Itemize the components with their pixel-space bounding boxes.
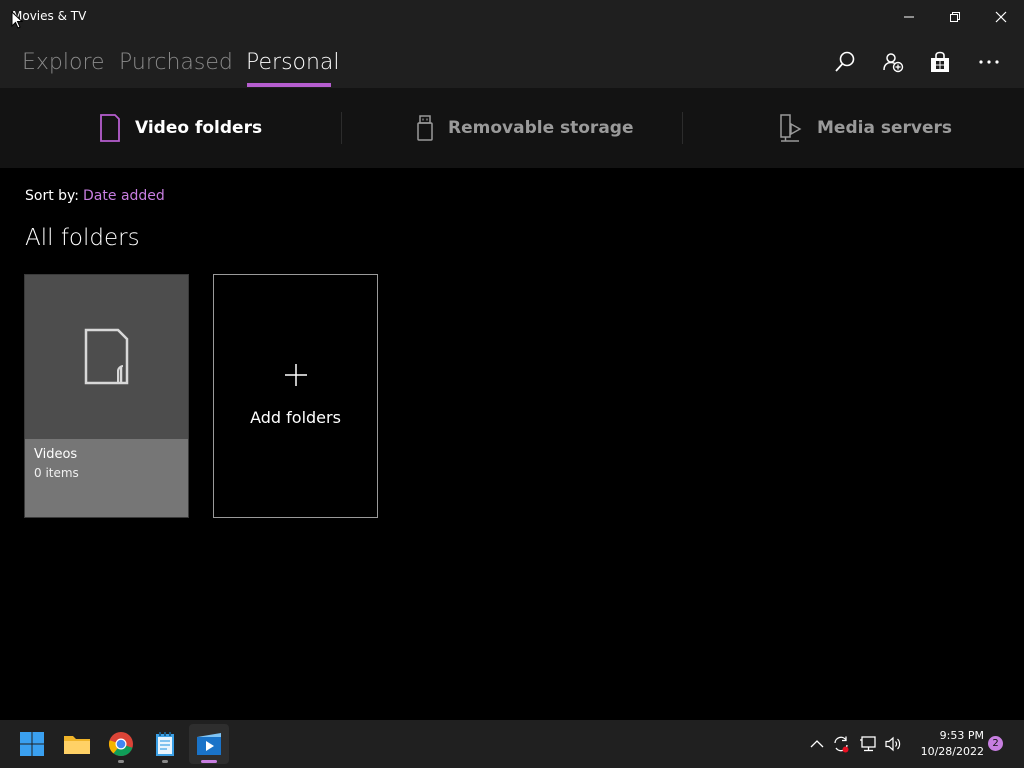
mouse-cursor-icon	[11, 11, 23, 29]
sort-control: Sort by: Date added	[25, 188, 165, 204]
file-explorer-icon	[64, 736, 90, 754]
close-button[interactable]	[978, 0, 1024, 34]
taskbar-movies-tv[interactable]	[189, 724, 229, 764]
close-icon	[995, 11, 1007, 23]
movies-tv-icon	[197, 733, 221, 755]
minimize-icon	[904, 16, 914, 18]
taskbar-chrome[interactable]	[101, 724, 141, 764]
add-folders-label: Add folders	[250, 408, 341, 427]
restore-icon	[950, 12, 960, 22]
restore-button[interactable]	[932, 0, 978, 34]
subnav-removable-storage[interactable]: Removable storage	[416, 88, 634, 168]
more-button[interactable]	[977, 50, 1001, 74]
search-button[interactable]	[833, 50, 857, 74]
folder-outline-icon	[84, 328, 128, 385]
clock-date: 10/28/2022	[920, 745, 984, 758]
add-folders-tile[interactable]: Add folders	[213, 274, 378, 518]
sort-label: Sort by:	[25, 188, 80, 204]
taskbar-clock[interactable]: 9:53 PM 10/28/2022	[908, 728, 984, 760]
subnav-label: Video folders	[135, 118, 263, 138]
plus-icon	[285, 364, 307, 386]
tab-explore[interactable]: Explore	[22, 50, 105, 75]
active-tab-indicator	[247, 83, 331, 87]
volume-icon	[885, 736, 901, 752]
subnav-divider	[341, 112, 342, 144]
window-title: Movies & TV	[12, 9, 87, 23]
subnav-media-servers[interactable]: Media servers	[779, 88, 952, 168]
taskbar: 9:53 PM 10/28/2022	[0, 720, 1024, 768]
tab-purchased[interactable]: Purchased	[119, 50, 233, 75]
sort-dropdown[interactable]: Date added	[83, 188, 165, 204]
app-header: Explore Purchased Personal	[0, 34, 1024, 88]
tray-sync-button[interactable]	[831, 734, 851, 754]
clock-time: 9:53 PM	[939, 729, 984, 742]
tray-network-button[interactable]	[858, 734, 878, 754]
personal-subnav: Video folders Removable storage Media se…	[0, 88, 1024, 168]
more-icon	[979, 60, 999, 64]
usb-drive-icon	[417, 115, 433, 141]
media-server-icon	[780, 114, 802, 142]
chevron-up-icon	[810, 740, 824, 748]
minimize-button[interactable]	[886, 0, 932, 34]
folder-item-count: 0 items	[34, 466, 79, 480]
folder-thumbnail	[25, 275, 188, 439]
chrome-icon	[109, 732, 133, 757]
store-icon	[931, 51, 949, 72]
tray-volume-button[interactable]	[883, 734, 903, 754]
folder-outline-icon	[100, 114, 120, 142]
notepad-icon	[156, 732, 174, 756]
folder-name: Videos	[34, 447, 78, 462]
start-button[interactable]	[12, 724, 52, 764]
sync-icon	[834, 736, 849, 753]
start-icon	[20, 732, 44, 756]
running-indicator	[118, 760, 124, 763]
account-button[interactable]	[881, 50, 905, 74]
show-hidden-icons-button[interactable]	[807, 734, 827, 754]
taskbar-notepad[interactable]	[145, 724, 185, 764]
section-title: All folders	[25, 225, 140, 251]
taskbar-file-explorer[interactable]	[57, 724, 97, 764]
subnav-label: Media servers	[817, 118, 952, 138]
title-bar: Movies & TV	[0, 0, 1024, 34]
active-app-indicator	[201, 760, 217, 763]
search-icon	[835, 51, 855, 72]
folder-tile-videos[interactable]: Videos 0 items	[24, 274, 189, 518]
subnav-label: Removable storage	[448, 118, 634, 138]
store-button[interactable]	[928, 50, 952, 74]
running-indicator	[162, 760, 168, 763]
account-add-icon	[883, 53, 904, 73]
subnav-video-folders[interactable]: Video folders	[99, 88, 262, 168]
network-icon	[860, 736, 876, 752]
notification-badge[interactable]: 2	[988, 736, 1003, 751]
tab-personal[interactable]: Personal	[246, 50, 340, 75]
subnav-divider	[682, 112, 683, 144]
